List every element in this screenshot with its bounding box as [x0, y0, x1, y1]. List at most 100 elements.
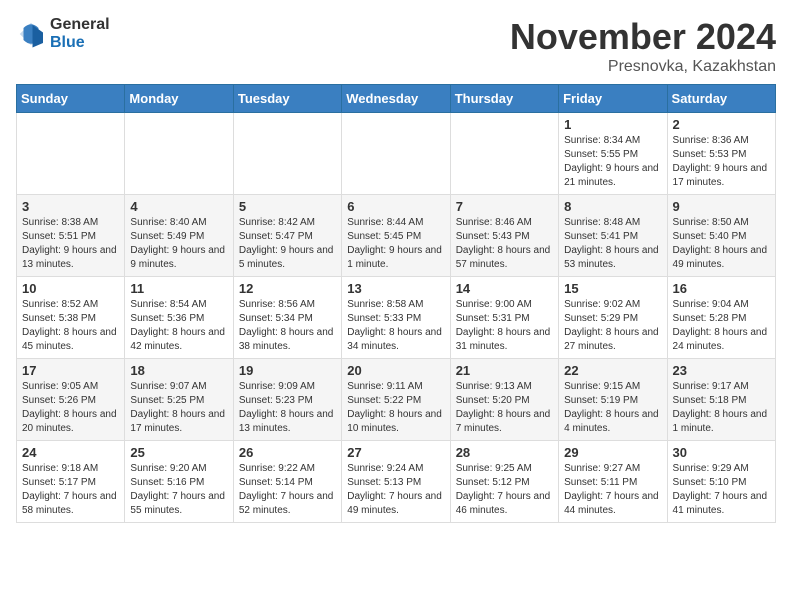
month-title: November 2024 [510, 16, 776, 58]
day-number: 22 [564, 363, 661, 378]
calendar-cell-w5-d6: 29 Sunrise: 9:27 AMSunset: 5:11 PMDayligh… [559, 441, 667, 523]
calendar-cell-w2-d7: 9 Sunrise: 8:50 AMSunset: 5:40 PMDaylight… [667, 195, 775, 277]
day-info: Sunrise: 9:27 AMSunset: 5:11 PMDaylight:… [564, 463, 659, 516]
day-number: 26 [239, 445, 336, 460]
location-title: Presnovka, Kazakhstan [510, 58, 776, 76]
calendar-cell-w4-d1: 17Sunrise: 9:05 AMSunset: 5:26 PMDayligh… [17, 359, 125, 441]
day-number: 30 [673, 445, 770, 460]
day-number: 15 [564, 281, 661, 296]
calendar-cell-w3-d1: 10 Sunrise: 8:52 AMSunset: 5:38 PMDayligh… [17, 277, 125, 359]
day-info: Sunrise: 8:50 AMSunset: 5:40 PMDaylight:… [673, 217, 768, 270]
day-info: Sunrise: 9:29 AMSunset: 5:10 PMDaylight:… [673, 463, 768, 516]
day-info: Sunrise: 8:42 AMSunset: 5:47 PMDaylight:… [239, 217, 334, 270]
day-number: 10 [22, 281, 119, 296]
day-number: 24 [22, 445, 119, 460]
day-number: 9 [673, 199, 770, 214]
day-number: 5 [239, 199, 336, 214]
day-info: Sunrise: 8:38 AMSunset: 5:51 PMDaylight:… [22, 217, 117, 270]
day-number: 11 [130, 281, 227, 296]
calendar-cell-w1-d3 [233, 113, 341, 195]
calendar-cell-w4-d2: 18 Sunrise: 9:07 AMSunset: 5:25 PMDayligh… [125, 359, 233, 441]
day-info: Sunrise: 8:44 AMSunset: 5:45 PMDaylight:… [347, 217, 442, 270]
day-number: 8 [564, 199, 661, 214]
page-header: General Blue November 2024 Presnovka, Ka… [16, 16, 776, 76]
day-number: 2 [673, 117, 770, 132]
header-saturday: Saturday [667, 85, 775, 113]
day-info: Sunrise: 8:34 AMSunset: 5:55 PMDaylight:… [564, 135, 659, 188]
day-number: 18 [130, 363, 227, 378]
calendar-week-4: 17Sunrise: 9:05 AMSunset: 5:26 PMDayligh… [17, 359, 776, 441]
calendar-cell-w4-d7: 23Sunrise: 9:17 AMSunset: 5:18 PMDayligh… [667, 359, 775, 441]
calendar-cell-w3-d2: 11 Sunrise: 8:54 AMSunset: 5:36 PMDayligh… [125, 277, 233, 359]
day-number: 4 [130, 199, 227, 214]
calendar-cell-w1-d1 [17, 113, 125, 195]
day-number: 19 [239, 363, 336, 378]
day-info: Sunrise: 8:52 AMSunset: 5:38 PMDaylight:… [22, 299, 117, 352]
day-info: Sunrise: 9:18 AMSunset: 5:17 PMDaylight:… [22, 463, 117, 516]
day-number: 14 [456, 281, 553, 296]
calendar-cell-w3-d6: 15 Sunrise: 9:02 AMSunset: 5:29 PMDayligh… [559, 277, 667, 359]
day-number: 28 [456, 445, 553, 460]
day-number: 6 [347, 199, 444, 214]
calendar-cell-w2-d3: 5 Sunrise: 8:42 AMSunset: 5:47 PMDaylight… [233, 195, 341, 277]
calendar-cell-w3-d4: 13Sunrise: 8:58 AMSunset: 5:33 PMDayligh… [342, 277, 450, 359]
day-info: Sunrise: 9:09 AMSunset: 5:23 PMDaylight:… [239, 381, 334, 434]
day-info: Sunrise: 8:56 AMSunset: 5:34 PMDaylight:… [239, 299, 334, 352]
day-info: Sunrise: 9:25 AMSunset: 5:12 PMDaylight:… [456, 463, 551, 516]
day-number: 7 [456, 199, 553, 214]
calendar-cell-w3-d7: 16 Sunrise: 9:04 AMSunset: 5:28 PMDayligh… [667, 277, 775, 359]
day-info: Sunrise: 9:00 AMSunset: 5:31 PMDaylight:… [456, 299, 551, 352]
day-info: Sunrise: 8:40 AMSunset: 5:49 PMDaylight:… [130, 217, 225, 270]
day-info: Sunrise: 9:13 AMSunset: 5:20 PMDaylight:… [456, 381, 551, 434]
calendar-cell-w2-d5: 7 Sunrise: 8:46 AMSunset: 5:43 PMDaylight… [450, 195, 558, 277]
day-info: Sunrise: 8:54 AMSunset: 5:36 PMDaylight:… [130, 299, 225, 352]
day-number: 17 [22, 363, 119, 378]
calendar-cell-w1-d4 [342, 113, 450, 195]
day-info: Sunrise: 9:11 AMSunset: 5:22 PMDaylight:… [347, 381, 442, 434]
day-info: Sunrise: 9:20 AMSunset: 5:16 PMDaylight:… [130, 463, 225, 516]
header-friday: Friday [559, 85, 667, 113]
calendar-cell-w1-d6: 1 Sunrise: 8:34 AMSunset: 5:55 PMDaylight… [559, 113, 667, 195]
header-monday: Monday [125, 85, 233, 113]
day-number: 27 [347, 445, 444, 460]
calendar-cell-w1-d7: 2Sunrise: 8:36 AMSunset: 5:53 PMDaylight… [667, 113, 775, 195]
calendar-table: Sunday Monday Tuesday Wednesday Thursday… [16, 84, 776, 523]
logo-icon [16, 19, 46, 49]
calendar-cell-w3-d3: 12Sunrise: 8:56 AMSunset: 5:34 PMDayligh… [233, 277, 341, 359]
day-number: 16 [673, 281, 770, 296]
day-number: 1 [564, 117, 661, 132]
header-wednesday: Wednesday [342, 85, 450, 113]
calendar-cell-w1-d2 [125, 113, 233, 195]
calendar-header-row: Sunday Monday Tuesday Wednesday Thursday… [17, 85, 776, 113]
day-info: Sunrise: 9:02 AMSunset: 5:29 PMDaylight:… [564, 299, 659, 352]
header-thursday: Thursday [450, 85, 558, 113]
calendar-cell-w5-d3: 26 Sunrise: 9:22 AMSunset: 5:14 PMDayligh… [233, 441, 341, 523]
title-section: November 2024 Presnovka, Kazakhstan [510, 16, 776, 76]
day-info: Sunrise: 9:15 AMSunset: 5:19 PMDaylight:… [564, 381, 659, 434]
calendar-cell-w5-d5: 28 Sunrise: 9:25 AMSunset: 5:12 PMDayligh… [450, 441, 558, 523]
calendar-cell-w4-d3: 19 Sunrise: 9:09 AMSunset: 5:23 PMDayligh… [233, 359, 341, 441]
logo-text: General Blue [50, 16, 110, 52]
calendar-cell-w5-d4: 27Sunrise: 9:24 AMSunset: 5:13 PMDayligh… [342, 441, 450, 523]
day-number: 29 [564, 445, 661, 460]
day-info: Sunrise: 9:22 AMSunset: 5:14 PMDaylight:… [239, 463, 334, 516]
calendar-cell-w4-d5: 21 Sunrise: 9:13 AMSunset: 5:20 PMDayligh… [450, 359, 558, 441]
calendar-cell-w5-d2: 25Sunrise: 9:20 AMSunset: 5:16 PMDayligh… [125, 441, 233, 523]
logo-blue: Blue [50, 34, 85, 51]
day-number: 23 [673, 363, 770, 378]
calendar-cell-w3-d5: 14 Sunrise: 9:00 AMSunset: 5:31 PMDayligh… [450, 277, 558, 359]
day-number: 20 [347, 363, 444, 378]
day-info: Sunrise: 8:58 AMSunset: 5:33 PMDaylight:… [347, 299, 442, 352]
day-info: Sunrise: 9:04 AMSunset: 5:28 PMDaylight:… [673, 299, 768, 352]
calendar-week-3: 10 Sunrise: 8:52 AMSunset: 5:38 PMDayligh… [17, 277, 776, 359]
logo: General Blue [16, 16, 110, 52]
day-info: Sunrise: 9:07 AMSunset: 5:25 PMDaylight:… [130, 381, 225, 434]
header-tuesday: Tuesday [233, 85, 341, 113]
logo-general: General [50, 16, 110, 33]
calendar-cell-w2-d4: 6 Sunrise: 8:44 AMSunset: 5:45 PMDaylight… [342, 195, 450, 277]
day-info: Sunrise: 8:46 AMSunset: 5:43 PMDaylight:… [456, 217, 551, 270]
calendar-cell-w4-d4: 20 Sunrise: 9:11 AMSunset: 5:22 PMDayligh… [342, 359, 450, 441]
day-info: Sunrise: 8:48 AMSunset: 5:41 PMDaylight:… [564, 217, 659, 270]
calendar-cell-w2-d6: 8 Sunrise: 8:48 AMSunset: 5:41 PMDaylight… [559, 195, 667, 277]
day-number: 21 [456, 363, 553, 378]
